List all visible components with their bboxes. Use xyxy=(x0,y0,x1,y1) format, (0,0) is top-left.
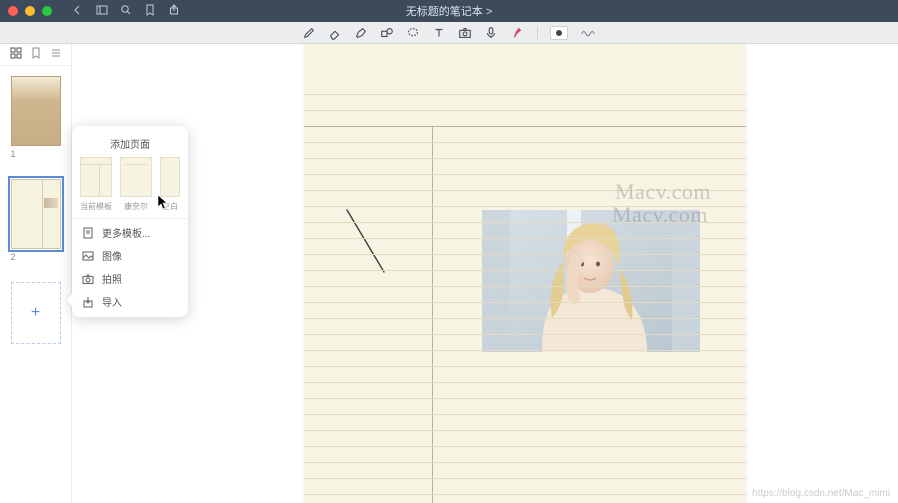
page-rule xyxy=(304,414,746,415)
menu-label: 导入 xyxy=(102,294,122,309)
text-tool-icon[interactable] xyxy=(431,26,447,40)
embedded-image[interactable] xyxy=(482,210,700,352)
titlebar: 无标题的笔记本 > xyxy=(0,0,898,22)
add-page-popover: 添加页面 当前模板 康奈尔 空白 更多模板... 图像 拍照 导入 xyxy=(72,126,188,317)
page-rule xyxy=(304,126,746,127)
camera-icon xyxy=(82,273,94,285)
template-label: 康奈尔 xyxy=(124,201,148,212)
page-rule xyxy=(304,462,746,463)
camera-tool-icon[interactable] xyxy=(457,26,473,40)
highlighter-tool-icon[interactable] xyxy=(353,26,369,40)
page-rule xyxy=(304,174,746,175)
thumb-label: 2 xyxy=(11,252,61,262)
thumbnail-item[interactable]: 1 xyxy=(11,76,61,159)
page-rule xyxy=(304,302,746,303)
page-rule xyxy=(304,190,746,191)
page-rule xyxy=(304,446,746,447)
thumbnail-list: 1 2 + xyxy=(0,66,71,354)
add-page-button[interactable]: + xyxy=(11,282,61,344)
page-rule xyxy=(304,350,746,351)
page-rule xyxy=(304,254,746,255)
page-rule xyxy=(304,430,746,431)
page-rule xyxy=(304,334,746,335)
pen-tool-icon[interactable] xyxy=(301,26,317,40)
page-rule xyxy=(304,398,746,399)
template-option-cornell[interactable]: 康奈尔 xyxy=(118,157,154,212)
traffic-lights xyxy=(8,6,52,16)
page-rule xyxy=(304,238,746,239)
page-rule xyxy=(304,94,746,95)
lasso-tool-icon[interactable] xyxy=(405,26,421,40)
page-rule xyxy=(304,382,746,383)
close-window-button[interactable] xyxy=(8,6,18,16)
menu-more-templates[interactable]: 更多模板... xyxy=(72,221,188,244)
canvas-area[interactable]: // placeholder will be replaced below af… xyxy=(72,44,898,503)
page-rule xyxy=(304,270,746,271)
ink-stroke xyxy=(342,208,392,278)
window-title: 无标题的笔记本 > xyxy=(406,3,492,19)
page-thumbnail-cover xyxy=(11,76,61,146)
bookmarks-tab-icon[interactable] xyxy=(30,47,42,62)
page-rule xyxy=(304,318,746,319)
page-rule xyxy=(304,110,746,111)
share-icon[interactable] xyxy=(168,4,180,19)
sidebar: 1 2 + xyxy=(0,44,72,503)
outline-tab-icon[interactable] xyxy=(50,47,62,62)
stroke-style-icon[interactable] xyxy=(578,26,598,40)
color-picker[interactable] xyxy=(550,26,568,40)
page-rule xyxy=(304,222,746,223)
page-thumbnail-selected xyxy=(11,179,61,249)
image-icon xyxy=(82,250,94,262)
menu-label: 拍照 xyxy=(102,271,122,286)
thumbnail-item[interactable]: 2 xyxy=(11,179,61,262)
plus-icon: + xyxy=(31,304,40,322)
menu-label: 更多模板... xyxy=(102,225,150,240)
menu-import[interactable]: 导入 xyxy=(72,290,188,313)
page-rule xyxy=(304,478,746,479)
template-row: 当前模板 康奈尔 空白 xyxy=(72,157,188,212)
shapes-tool-icon[interactable] xyxy=(379,26,395,40)
page-rule xyxy=(304,286,746,287)
template-icon xyxy=(82,227,94,239)
bookmark-icon[interactable] xyxy=(144,4,156,19)
footer-watermark: https://blog.csdn.net/Mac_mimi xyxy=(752,488,890,499)
page-rule xyxy=(304,494,746,495)
toolbar-divider xyxy=(537,27,538,39)
page-rule xyxy=(304,158,746,159)
menu-image[interactable]: 图像 xyxy=(72,244,188,267)
marker-tool-icon[interactable] xyxy=(509,26,525,40)
popover-title: 添加页面 xyxy=(72,134,188,157)
minimize-window-button[interactable] xyxy=(25,6,35,16)
back-icon[interactable] xyxy=(72,4,84,19)
toolbar xyxy=(0,22,898,44)
template-option-blank[interactable]: 空白 xyxy=(158,157,182,212)
menu-photo[interactable]: 拍照 xyxy=(72,267,188,290)
eraser-tool-icon[interactable] xyxy=(327,26,343,40)
page-rule xyxy=(304,142,746,143)
notebook-page[interactable]: // placeholder will be replaced below af… xyxy=(304,44,746,503)
page-rule xyxy=(304,206,746,207)
template-label: 当前模板 xyxy=(80,201,112,212)
sidebar-tabs xyxy=(0,44,71,66)
template-label: 空白 xyxy=(162,201,178,212)
menu-divider xyxy=(72,218,188,219)
mic-tool-icon[interactable] xyxy=(483,26,499,40)
thumbnails-tab-icon[interactable] xyxy=(10,47,22,62)
search-icon[interactable] xyxy=(120,4,132,19)
sidebar-toggle-icon[interactable] xyxy=(96,4,108,19)
template-option-current[interactable]: 当前模板 xyxy=(78,157,114,212)
titlebar-tools xyxy=(72,4,180,19)
menu-label: 图像 xyxy=(102,248,122,263)
maximize-window-button[interactable] xyxy=(42,6,52,16)
page-rule xyxy=(304,366,746,367)
thumb-label: 1 xyxy=(11,149,61,159)
import-icon xyxy=(82,296,94,308)
